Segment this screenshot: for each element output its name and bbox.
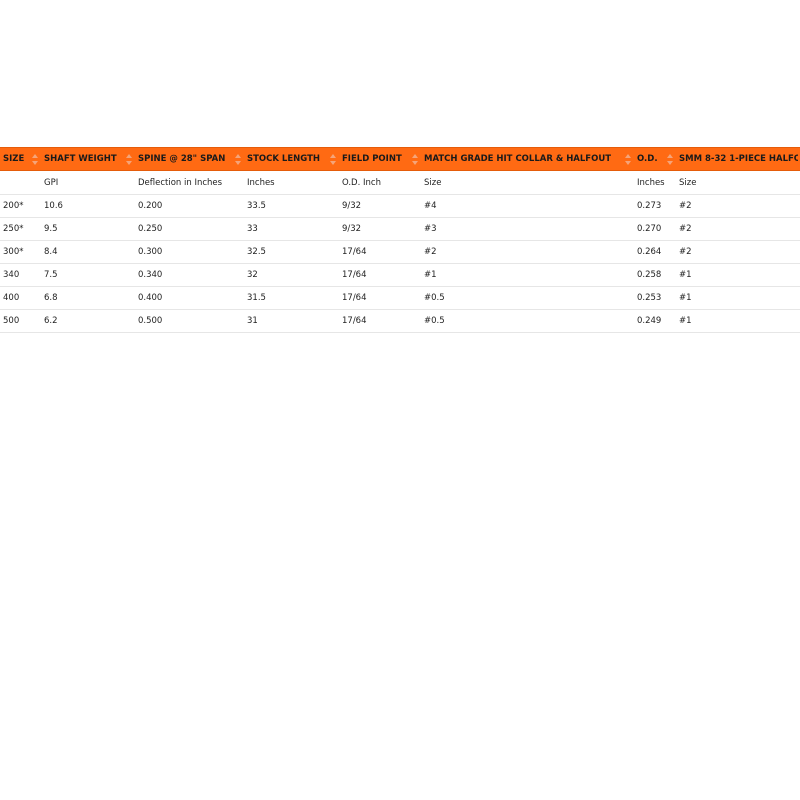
column-header-label: MATCH GRADE HIT COLLAR & HALFOUT [424,154,612,164]
table-row: 250* 9.5 0.250 33 9/32 #3 0.270 #2 [0,217,800,241]
table-cell: 0.270 [634,217,676,241]
table-cell: 400 [0,286,41,310]
table-cell: 31 [244,309,339,333]
column-header-label: SHAFT WEIGHT [44,154,117,164]
table-cell: 17/64 [339,286,421,310]
sort-arrows-icon[interactable] [666,153,674,165]
column-header-od[interactable]: O.D. [634,147,676,171]
column-header-label: O.D. [637,154,658,164]
unit-cell: Inches [244,170,339,195]
table-row: 340 7.5 0.340 32 17/64 #1 0.258 #1 [0,263,800,287]
column-header-field-point[interactable]: FIELD POINT [339,147,421,171]
unit-cell: Size [676,170,800,195]
table-cell: 0.253 [634,286,676,310]
table-cell: #2 [676,240,800,264]
table-cell: #2 [421,240,634,264]
table-cell: 32.5 [244,240,339,264]
table-cell: 0.264 [634,240,676,264]
sort-arrows-icon[interactable] [329,153,337,165]
table-cell: 17/64 [339,240,421,264]
table-cell: 0.300 [135,240,244,264]
table-cell: 10.6 [41,194,135,218]
table-cell: 17/64 [339,309,421,333]
sort-arrows-icon[interactable] [411,153,419,165]
table-row: 300* 8.4 0.300 32.5 17/64 #2 0.264 #2 [0,240,800,264]
table-cell: 300* [0,240,41,264]
table-cell: 7.5 [41,263,135,287]
column-header-hit-collar[interactable]: MATCH GRADE HIT COLLAR & HALFOUT [421,147,634,171]
table-cell: #3 [421,217,634,241]
table-body: GPI Deflection in Inches Inches O.D. Inc… [0,170,800,333]
spec-table: SIZE SHAFT WEIGHT SPINE @ 28" SPAN STOCK… [0,147,800,333]
table-cell: 33 [244,217,339,241]
table-row: 400 6.8 0.400 31.5 17/64 #0.5 0.253 #1 [0,286,800,310]
table-cell: #1 [676,309,800,333]
table-cell: 9/32 [339,217,421,241]
unit-cell: O.D. Inch [339,170,421,195]
table-cell: #4 [421,194,634,218]
table-cell: 9.5 [41,217,135,241]
table-cell: 250* [0,217,41,241]
table-cell: 6.2 [41,309,135,333]
table-cell: #1 [676,263,800,287]
table-header: SIZE SHAFT WEIGHT SPINE @ 28" SPAN STOCK… [0,147,800,171]
column-header-label: SMM 8-32 1-PIECE HALFOUT [679,154,798,164]
unit-cell: Size [421,170,634,195]
page: SIZE SHAFT WEIGHT SPINE @ 28" SPAN STOCK… [0,0,800,800]
table-cell: 0.340 [135,263,244,287]
unit-cell: Inches [634,170,676,195]
table-cell: 0.250 [135,217,244,241]
column-header-size[interactable]: SIZE [0,147,41,171]
table-cell: 17/64 [339,263,421,287]
table-cell: 500 [0,309,41,333]
sort-arrows-icon[interactable] [31,153,39,165]
table-cell: #2 [676,194,800,218]
column-header-label: SPINE @ 28" SPAN [138,154,226,164]
column-header-shaft-weight[interactable]: SHAFT WEIGHT [41,147,135,171]
table-cell: 6.8 [41,286,135,310]
column-header-stock-length[interactable]: STOCK LENGTH [244,147,339,171]
table-cell: 200* [0,194,41,218]
column-header-halfout[interactable]: SMM 8-32 1-PIECE HALFOUT [676,147,800,171]
table-cell: 32 [244,263,339,287]
table-cell: 340 [0,263,41,287]
units-row: GPI Deflection in Inches Inches O.D. Inc… [0,170,800,195]
table-cell: 0.273 [634,194,676,218]
table-cell: 0.200 [135,194,244,218]
unit-cell: GPI [41,170,135,195]
sort-arrows-icon[interactable] [125,153,133,165]
column-header-label: SIZE [3,154,25,164]
table-row: 500 6.2 0.500 31 17/64 #0.5 0.249 #1 [0,309,800,333]
sort-arrows-icon[interactable] [234,153,242,165]
table-cell: #0.5 [421,286,634,310]
table-cell: 0.258 [634,263,676,287]
table-cell: #2 [676,217,800,241]
column-header-label: STOCK LENGTH [247,154,321,164]
sort-arrows-icon[interactable] [624,153,632,165]
table-cell: 0.249 [634,309,676,333]
table-cell: 31.5 [244,286,339,310]
column-header-label: FIELD POINT [342,154,402,164]
table-cell: #1 [421,263,634,287]
table-cell: 8.4 [41,240,135,264]
table-cell: 0.400 [135,286,244,310]
column-header-spine[interactable]: SPINE @ 28" SPAN [135,147,244,171]
unit-cell: Deflection in Inches [135,170,244,195]
unit-cell [0,170,41,195]
header-row: SIZE SHAFT WEIGHT SPINE @ 28" SPAN STOCK… [0,147,800,171]
table-cell: 9/32 [339,194,421,218]
table-cell: #1 [676,286,800,310]
table-cell: #0.5 [421,309,634,333]
spec-table-container: SIZE SHAFT WEIGHT SPINE @ 28" SPAN STOCK… [0,147,800,333]
table-cell: 33.5 [244,194,339,218]
table-cell: 0.500 [135,309,244,333]
table-row: 200* 10.6 0.200 33.5 9/32 #4 0.273 #2 [0,194,800,218]
